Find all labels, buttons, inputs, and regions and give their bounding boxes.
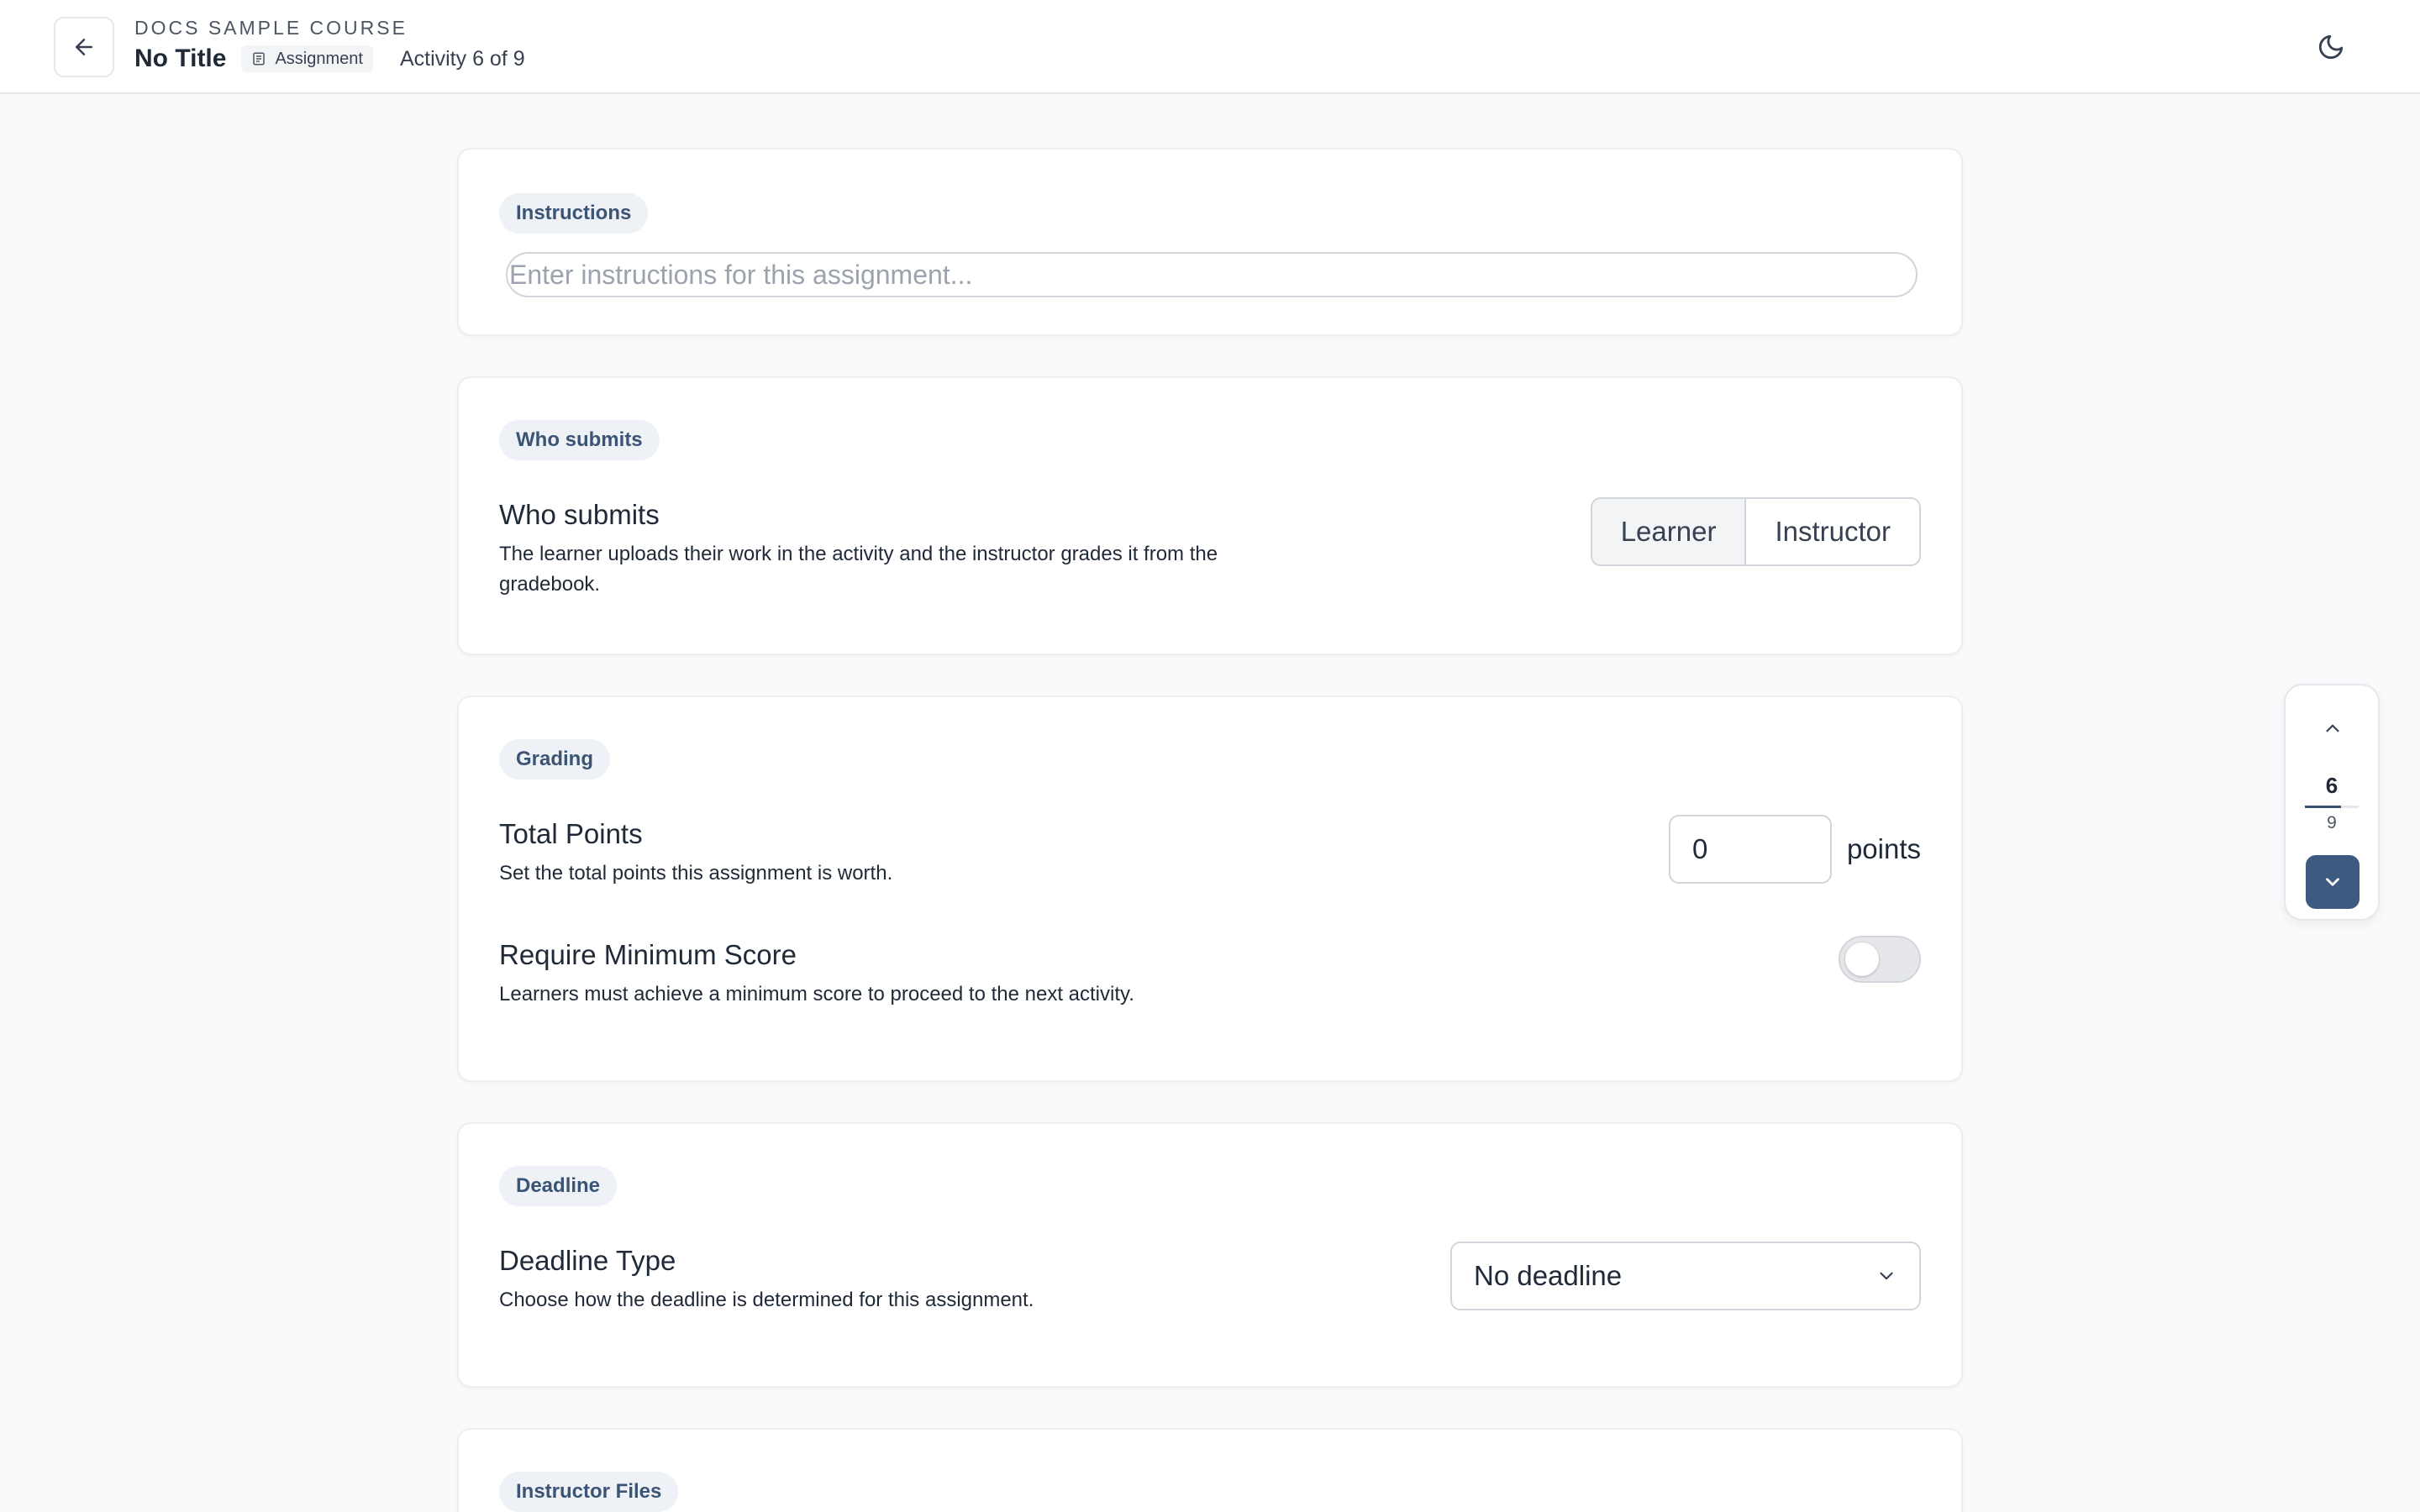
title-row: No Title Assignment Activity 6 of 9	[134, 42, 525, 76]
instructor-option[interactable]: Instructor	[1746, 499, 1919, 564]
activity-counter: Activity 6 of 9	[399, 46, 525, 71]
toggle-knob	[1845, 942, 1879, 976]
chevron-down-icon	[2326, 878, 2339, 886]
total-points-description: Set the total points this assignment is …	[499, 862, 893, 885]
min-score-description: Learners must achieve a minimum score to…	[499, 983, 1134, 1005]
who-submits-card: Who submits Who submits The learner uplo…	[457, 376, 1963, 655]
total-points-control: points	[1668, 815, 1921, 884]
total-points-input[interactable]	[1668, 815, 1832, 884]
chevron-down-icon	[1880, 1272, 1893, 1280]
instructor-files-card: Instructor Files	[457, 1428, 1963, 1512]
instructions-input[interactable]	[506, 252, 1918, 297]
next-activity-button[interactable]	[2306, 855, 2360, 909]
who-submits-section-label: Who submits	[499, 420, 660, 460]
arrow-left-icon	[76, 39, 92, 55]
grading-section-label: Grading	[499, 739, 611, 780]
deadline-type-value: No deadline	[1474, 1260, 1623, 1291]
instructions-card: Instructions	[457, 148, 1963, 336]
learner-option[interactable]: Learner	[1591, 499, 1747, 564]
page-title: No Title	[134, 45, 227, 72]
activity-pager: 6 9	[2284, 684, 2380, 921]
grading-card: Grading Total Points Set the total point…	[457, 696, 1963, 1082]
total-points-title: Total Points	[499, 818, 643, 849]
points-unit-label: points	[1846, 833, 1921, 864]
deadline-card: Deadline Deadline Type Choose how the de…	[457, 1122, 1963, 1388]
pager-total: 9	[2327, 813, 2337, 832]
activity-type-label: Assignment	[275, 49, 363, 68]
who-submits-title: Who submits	[499, 499, 660, 530]
deadline-type-description: Choose how the deadline is determined fo…	[499, 1289, 1034, 1311]
top-header: DOCS SAMPLE COURSE No Title Assignment A…	[0, 0, 2420, 94]
chevron-up-icon	[2326, 724, 2339, 732]
pager-progress-fill	[2305, 806, 2341, 808]
pager-progress-track	[2305, 806, 2359, 808]
instructor-files-section-label: Instructor Files	[499, 1472, 679, 1512]
document-icon	[253, 52, 266, 66]
previous-activity-button[interactable]	[2305, 707, 2360, 749]
theme-toggle-button[interactable]	[2311, 27, 2351, 67]
deadline-type-select[interactable]: No deadline	[1450, 1242, 1921, 1310]
deadline-section-label: Deadline	[499, 1166, 618, 1206]
moon-icon	[2318, 34, 2344, 60]
instructions-section-label: Instructions	[499, 193, 649, 234]
activity-type-badge: Assignment	[241, 45, 373, 72]
who-submits-toggle: Learner Instructor	[1590, 497, 1921, 566]
course-name: DOCS SAMPLE COURSE	[134, 17, 408, 39]
min-score-toggle[interactable]	[1839, 936, 1921, 983]
min-score-title: Require Minimum Score	[499, 939, 797, 970]
who-submits-description: The learner uploads their work in the ac…	[499, 543, 1218, 596]
deadline-type-title: Deadline Type	[499, 1245, 676, 1276]
back-button[interactable]	[54, 17, 114, 77]
pager-current: 6	[2325, 773, 2338, 798]
